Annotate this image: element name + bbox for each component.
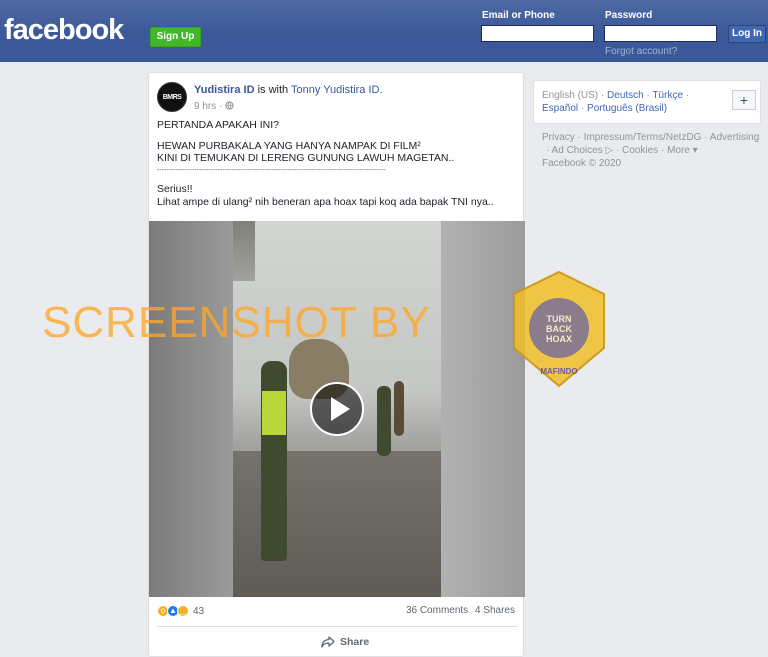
video-soldier-vest [262, 391, 286, 435]
tagged-user-link[interactable]: Tonny Yudistira ID. [291, 84, 383, 96]
language-link-turkce[interactable]: Türkçe [652, 90, 683, 101]
more-languages-button[interactable]: + [732, 90, 756, 110]
video-soldier-2 [377, 386, 391, 456]
post-line: HEWAN PURBAKALA YANG HANYA NAMPAK DI FIL… [157, 139, 421, 152]
post-line: KINI DI TEMUKAN DI LERENG GUNUNG LAWUH M… [157, 152, 455, 164]
watermark-text: SCREENSHOT BY [42, 298, 431, 347]
video-player[interactable] [149, 221, 525, 597]
divider [157, 626, 517, 627]
password-field[interactable] [604, 25, 717, 42]
post-card: BMRS Yudistira ID is with Tonny Yudistir… [148, 72, 525, 657]
sign-up-button[interactable]: Sign Up [150, 27, 201, 47]
copyright: Facebook © 2020 [542, 158, 622, 169]
share-button[interactable]: Share [321, 636, 369, 648]
email-field[interactable] [481, 25, 594, 42]
reaction-count: 43 [193, 605, 205, 617]
comments-link[interactable]: 36 Comments [406, 605, 468, 616]
language-current: English (US) [542, 90, 599, 101]
password-label: Password [605, 10, 653, 21]
footer-links-line-2[interactable]: · Ad Choices ▷ · Cookies · More ▾ [546, 144, 766, 157]
with-text: is with [254, 84, 292, 96]
language-link-deutsch[interactable]: Deutsch [607, 90, 644, 101]
top-bar: facebook Sign Up Email or Phone Password… [0, 0, 768, 62]
svg-text:HOAX: HOAX [546, 334, 572, 344]
svg-text:BACK: BACK [546, 324, 572, 334]
play-icon[interactable] [310, 382, 364, 436]
language-link-espanol[interactable]: Español [542, 103, 578, 114]
mafindo-badge-icon: TURN BACK HOAX MAFINDO [513, 270, 605, 388]
footer-links-line-1[interactable]: Privacy · Impressum/Terms/NetzDG · Adver… [542, 131, 766, 144]
login-button[interactable]: Log In [728, 25, 766, 43]
engagement-counts: 36 Comments 4 Shares [406, 605, 515, 616]
share-label: Share [340, 636, 370, 648]
language-line-1: English (US) · Deutsch · Türkçe · [542, 90, 690, 101]
post-text: PERTANDA APAKAH INI? HEWAN PURBAKALA YAN… [157, 119, 517, 208]
svg-text:MAFINDO: MAFINDO [540, 367, 577, 376]
globe-icon [225, 101, 234, 110]
avatar[interactable]: BMRS [157, 82, 187, 112]
post-line: Serius!! [157, 183, 193, 195]
reactions-summary[interactable]: o ▲ ‿ 43 [157, 605, 204, 617]
language-box: English (US) · Deutsch · Türkçe · Españo… [533, 80, 761, 124]
share-arrow-icon [321, 636, 335, 648]
video-person [394, 381, 404, 436]
footer-links: Privacy · Impressum/Terms/NetzDG · Adver… [542, 131, 766, 170]
language-line-2: Español · Português (Brasil) [542, 103, 668, 114]
shares-link[interactable]: 4 Shares [475, 605, 515, 616]
forgot-account-link[interactable]: Forgot account? [605, 46, 677, 57]
svg-text:TURN: TURN [547, 314, 572, 324]
post-author-line: Yudistira ID is with Tonny Yudistira ID. [194, 84, 383, 96]
language-link-portugues[interactable]: Português (Brasil) [587, 103, 667, 114]
post-line: Lihat ampe di ulang² nih beneran apa hoa… [157, 195, 494, 208]
author-link[interactable]: Yudistira ID [194, 84, 255, 96]
post-line: ----------------------------------------… [157, 166, 386, 174]
video-tree [233, 221, 255, 281]
haha-icon: ‿ [177, 605, 189, 617]
facebook-logo[interactable]: facebook [4, 14, 124, 47]
timestamp-link[interactable]: 9 hrs [194, 101, 216, 112]
post-time: 9 hrs · [194, 101, 234, 112]
email-label: Email or Phone [482, 10, 555, 21]
post-line: PERTANDA APAKAH INI? [157, 119, 279, 131]
